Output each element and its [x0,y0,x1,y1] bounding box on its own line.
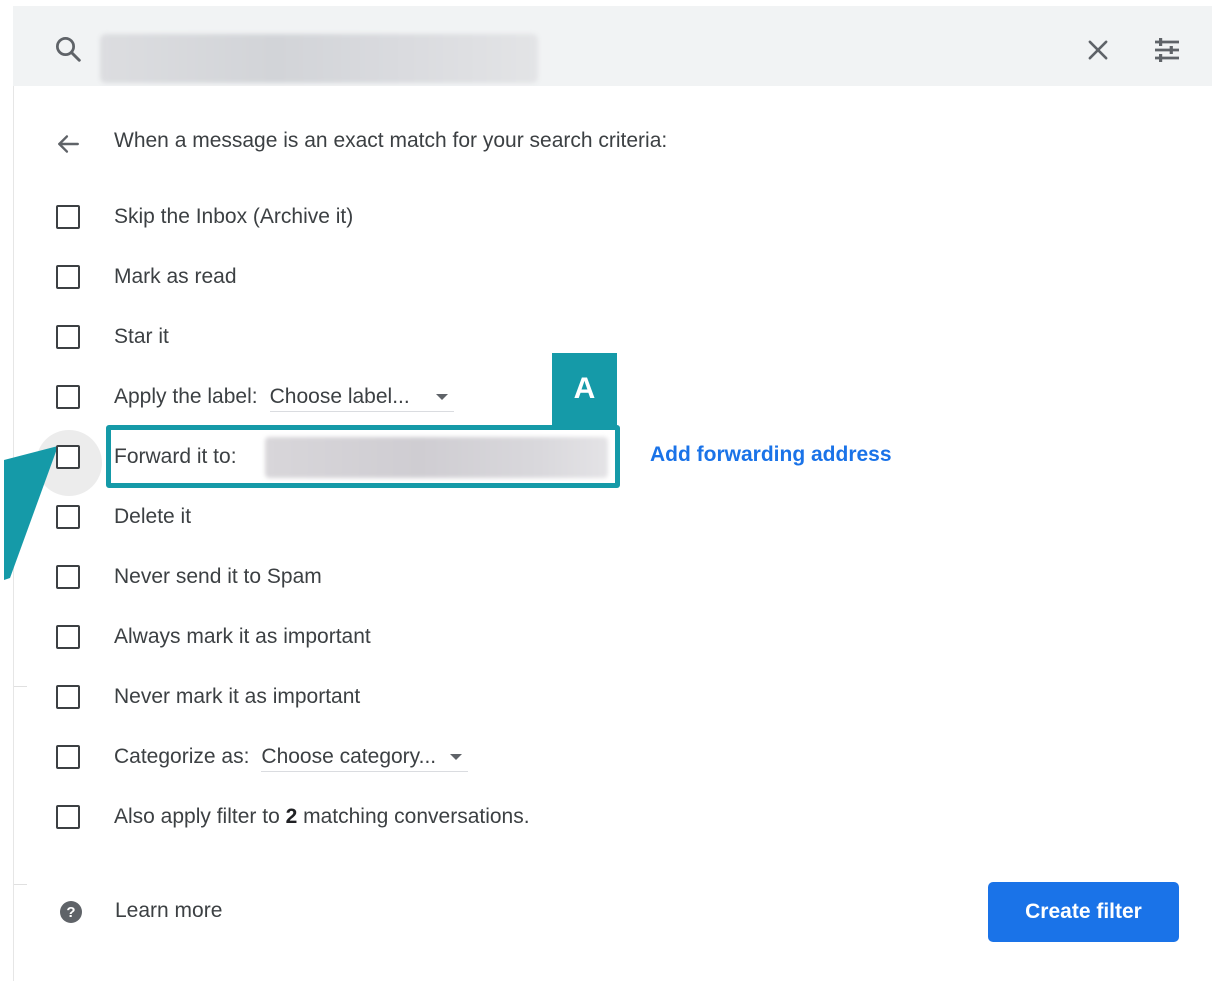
search-bar[interactable] [13,6,1212,86]
label-select[interactable]: Choose label... [269,382,454,412]
option-label: Mark as read [114,265,237,288]
highlight-box [106,425,620,488]
caret-down-icon [435,393,448,400]
checkbox[interactable] [56,625,80,649]
checkbox[interactable] [56,325,80,349]
apply-suffix: matching conversations. [303,805,530,828]
option-apply-label[interactable]: Apply the label: Choose label... [56,382,454,412]
caret-down-icon [450,753,463,760]
filter-header: When a message is an exact match for you… [114,129,668,152]
learn-more-link[interactable]: Learn more [115,899,222,923]
divider [14,884,27,885]
option-mark-read[interactable]: Mark as read [56,262,237,292]
option-apply-existing[interactable]: Also apply filter to 2 matching conversa… [56,802,530,832]
search-query-redacted[interactable] [100,34,538,83]
matching-count: 2 [285,805,298,828]
option-skip-inbox[interactable]: Skip the Inbox (Archive it) [56,202,353,232]
checkbox[interactable] [56,205,80,229]
option-always-important[interactable]: Always mark it as important [56,622,371,652]
checkbox[interactable] [56,385,80,409]
search-icon[interactable] [53,34,83,64]
option-label: Apply the label: [114,385,258,408]
category-select-value: Choose category... [261,744,437,768]
back-arrow-icon[interactable] [55,131,81,157]
svg-text:?: ? [66,904,75,921]
checkbox[interactable] [56,685,80,709]
label-select-value: Choose label... [269,384,410,408]
tune-icon[interactable] [1151,34,1183,66]
option-label: Delete it [114,505,192,528]
create-filter-button[interactable]: Create filter [988,882,1179,942]
help-icon[interactable]: ? [59,900,83,924]
checkbox[interactable] [56,805,80,829]
option-label: Star it [114,325,169,348]
option-label: Never mark it as important [114,685,361,708]
option-never-spam[interactable]: Never send it to Spam [56,562,322,592]
close-icon[interactable] [1084,36,1112,64]
add-forwarding-address-link[interactable]: Add forwarding address [650,443,892,467]
category-select[interactable]: Choose category... [261,742,469,772]
option-label: Skip the Inbox (Archive it) [114,205,354,228]
option-never-important[interactable]: Never mark it as important [56,682,360,712]
option-star[interactable]: Star it [56,322,169,352]
option-label: Never send it to Spam [114,565,322,588]
option-categorize[interactable]: Categorize as: Choose category... [56,742,469,772]
checkbox[interactable] [56,445,80,469]
option-label: Also apply filter to 2 matching conversa… [114,805,530,829]
option-label: Always mark it as important [114,625,371,648]
divider [14,686,27,687]
apply-prefix: Also apply filter to [114,805,280,828]
option-label: Categorize as: [114,745,250,768]
checkbox[interactable] [56,745,80,769]
checkbox[interactable] [56,265,80,289]
annotation-badge: A [552,353,617,425]
